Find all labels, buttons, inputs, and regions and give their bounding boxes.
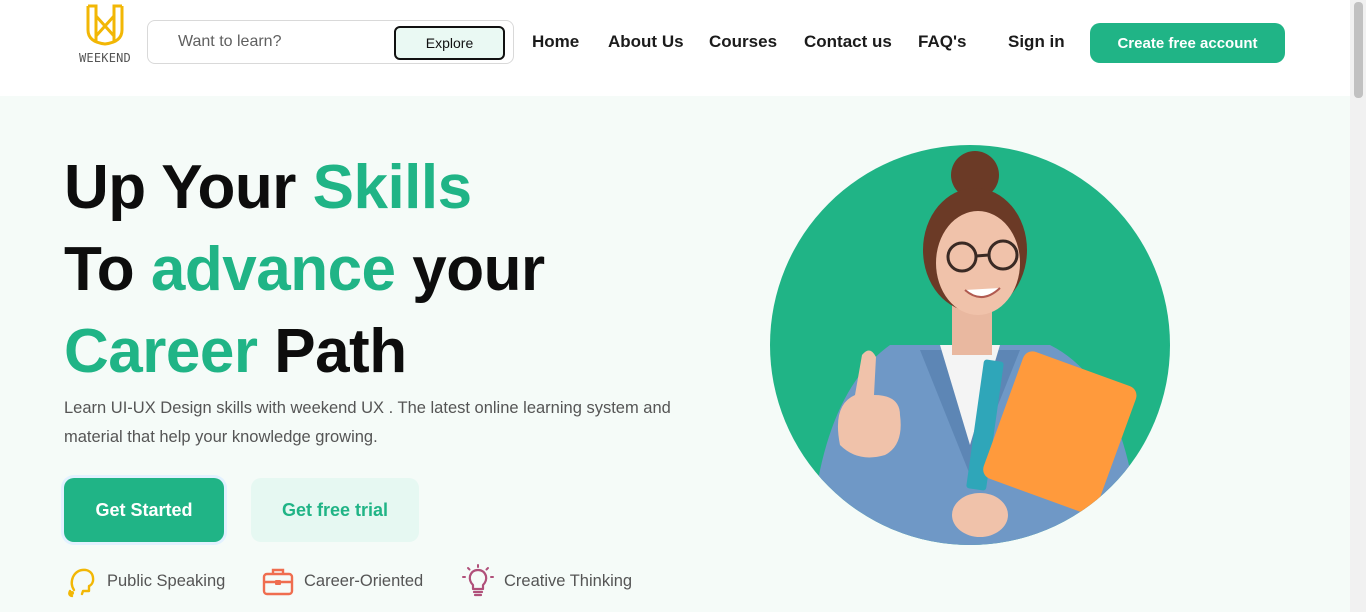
headline-highlight-skills: Skills — [312, 153, 473, 222]
nav-link-faqs[interactable]: FAQ's — [918, 32, 966, 52]
brand-logo[interactable]: WEEKEND — [66, 2, 144, 70]
feature-label: Public Speaking — [107, 571, 226, 590]
top-navbar: WEEKEND Explore Home About Us Courses Co… — [0, 0, 1350, 96]
page-scrollbar[interactable] — [1350, 0, 1366, 612]
nav-link-about-us[interactable]: About Us — [608, 32, 684, 52]
briefcase-icon — [262, 568, 294, 596]
hero-headline-line-2: To advance your — [64, 239, 545, 301]
headline-text: your — [395, 235, 545, 304]
hero-description: Learn UI-UX Design skills with weekend U… — [64, 399, 671, 446]
headline-text: Path — [257, 317, 407, 386]
search-input[interactable] — [148, 21, 388, 63]
hero-headline-line-1: Up Your Skills — [64, 157, 472, 219]
feature-career-oriented: Career-Oriented — [261, 562, 423, 600]
get-free-trial-button[interactable]: Get free trial — [251, 478, 419, 542]
sign-in-link[interactable]: Sign in — [1008, 32, 1065, 52]
hero-headline-line-3: Career Path — [64, 321, 407, 383]
search-bar: Explore — [147, 20, 514, 64]
feature-label: Career-Oriented — [304, 571, 424, 590]
feature-creative-thinking: Creative Thinking — [461, 562, 632, 600]
logo-mark-icon — [86, 4, 124, 46]
student-illustration — [810, 151, 1140, 545]
headline-text: To — [64, 235, 151, 304]
lightbulb-icon — [462, 564, 494, 597]
nav-link-courses[interactable]: Courses — [709, 32, 777, 52]
headline-highlight-career: Career — [64, 317, 258, 386]
logo-text: WEEKEND — [79, 51, 131, 65]
create-free-account-button[interactable]: Create free account — [1090, 23, 1285, 63]
explore-button[interactable]: Explore — [394, 26, 505, 60]
get-started-button[interactable]: Get Started — [64, 478, 224, 542]
headline-text: Up Your — [64, 153, 313, 222]
hero-image — [770, 145, 1170, 545]
nav-link-home[interactable]: Home — [532, 32, 579, 52]
feature-label: Creative Thinking — [504, 571, 633, 590]
nav-link-contact-us[interactable]: Contact us — [804, 32, 892, 52]
headline-highlight-advance: advance — [150, 235, 396, 304]
feature-public-speaking: Public Speaking — [64, 562, 225, 600]
head-speaking-icon — [68, 568, 95, 598]
scrollbar-thumb[interactable] — [1354, 2, 1363, 98]
